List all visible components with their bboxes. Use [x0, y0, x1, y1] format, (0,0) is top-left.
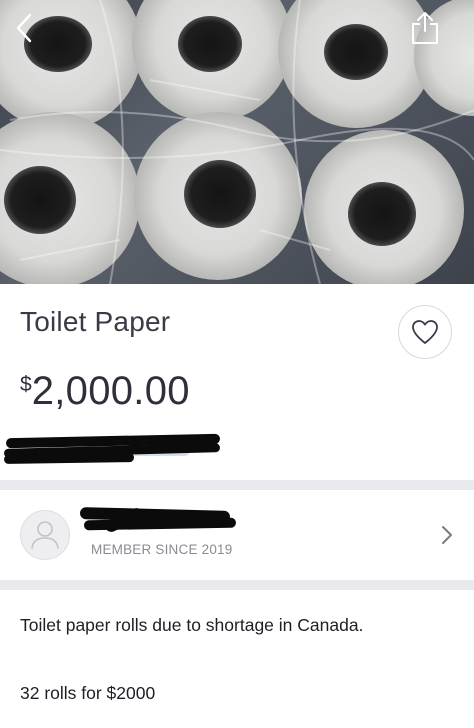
share-icon	[412, 12, 438, 44]
listing-title: Toilet Paper	[20, 306, 171, 337]
toilet-paper-photo	[0, 0, 474, 284]
share-button[interactable]	[410, 10, 440, 46]
description-line-2: 32 rolls for $2000	[20, 683, 156, 703]
favorite-button[interactable]	[398, 305, 452, 359]
chevron-left-icon	[16, 13, 32, 43]
user-icon	[31, 521, 59, 549]
price-currency: $	[20, 373, 32, 396]
chevron-right-icon[interactable]	[440, 524, 454, 546]
avatar	[20, 510, 70, 560]
listing-price: $2,000.00	[20, 369, 190, 414]
section-divider	[0, 580, 474, 590]
member-since: MEMBER SINCE 2019	[91, 542, 233, 557]
heart-icon	[412, 320, 438, 344]
price-amount: 2,000.00	[31, 369, 190, 413]
back-button[interactable]	[10, 12, 40, 44]
redaction-mark	[3, 453, 135, 464]
section-divider	[0, 480, 474, 490]
description-line-1: Toilet paper rolls due to shortage in Ca…	[20, 615, 364, 635]
seller-row[interactable]	[0, 490, 474, 580]
listing-photo[interactable]	[0, 0, 474, 284]
